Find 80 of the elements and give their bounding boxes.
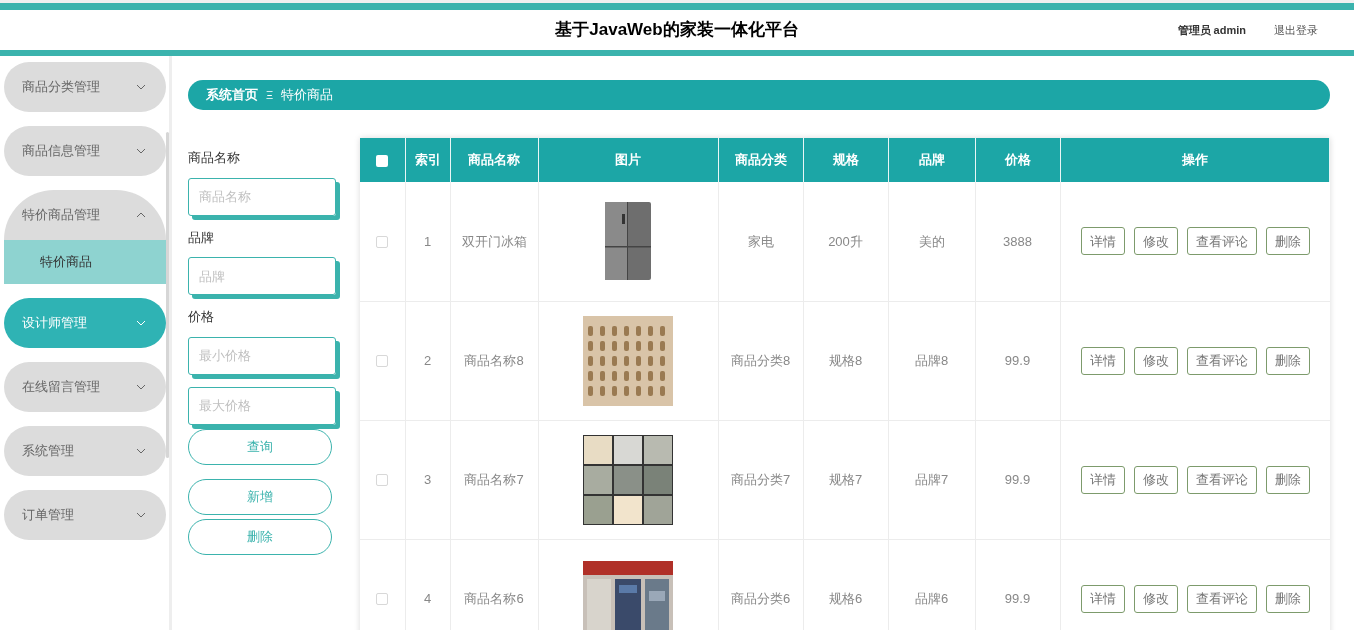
- logout-link[interactable]: 退出登录: [1274, 21, 1318, 39]
- column-header: 商品名称: [450, 138, 538, 182]
- chevron-down-icon: [136, 448, 146, 454]
- table-cell: 规格7: [803, 420, 888, 539]
- table-cell: 家电: [718, 182, 803, 301]
- user-label: 管理员 admin: [1177, 22, 1246, 38]
- table-cell: 商品分类7: [718, 420, 803, 539]
- chevron-up-icon: [136, 212, 146, 218]
- submenu-item[interactable]: 特价商品: [4, 240, 166, 284]
- row-checkbox[interactable]: [376, 355, 389, 368]
- action-button[interactable]: 修改: [1133, 584, 1178, 613]
- site-title: 基于JavaWeb的家装一体化平台: [555, 19, 799, 42]
- table-cell: 2: [405, 301, 450, 420]
- menu-item[interactable]: 系统管理: [4, 426, 166, 476]
- table-cell: 品牌6: [888, 539, 975, 630]
- menu-item[interactable]: 商品信息管理: [4, 126, 166, 176]
- column-header: 索引: [405, 138, 450, 182]
- action-button[interactable]: 查看评论: [1186, 465, 1257, 494]
- column-header: 图片: [538, 138, 718, 182]
- breadcrumb-current: 特价商品: [281, 86, 334, 105]
- table-cell: 200升: [803, 182, 888, 301]
- column-header: 操作: [1060, 138, 1330, 182]
- row-checkbox[interactable]: [376, 236, 389, 249]
- action-button[interactable]: 详情: [1080, 465, 1125, 494]
- chevron-down-icon: [136, 512, 146, 518]
- action-button[interactable]: 删除: [1265, 346, 1310, 375]
- action-button[interactable]: 修改: [1133, 465, 1178, 494]
- filter-button[interactable]: 新增: [188, 478, 332, 515]
- filter-button[interactable]: 删除: [188, 518, 332, 555]
- chevron-down-icon: [136, 84, 146, 90]
- chevron-down-icon: [136, 384, 146, 390]
- action-button[interactable]: 删除: [1265, 584, 1310, 613]
- action-button[interactable]: 查看评论: [1186, 346, 1257, 375]
- action-button[interactable]: 删除: [1265, 465, 1310, 494]
- action-button[interactable]: 详情: [1080, 584, 1125, 613]
- table-cell: 规格8: [803, 301, 888, 420]
- filter-button[interactable]: 查询: [188, 428, 332, 465]
- select-all-checkbox[interactable]: [376, 154, 389, 167]
- table-cell: 美的: [888, 182, 975, 301]
- menu-item[interactable]: 商品分类管理: [4, 62, 166, 112]
- menu-item[interactable]: 在线留言管理: [4, 362, 166, 412]
- menu-item[interactable]: 设计师管理: [4, 298, 166, 348]
- table-cell: 双开门冰箱: [450, 182, 538, 301]
- column-header: 品牌: [888, 138, 975, 182]
- filter-label: 品牌: [188, 228, 215, 247]
- column-header: 商品分类: [718, 138, 803, 182]
- table-cell: 商品分类6: [718, 539, 803, 630]
- table-cell: 商品名称7: [450, 420, 538, 539]
- column-header: 价格: [975, 138, 1060, 182]
- table-cell: 99.9: [975, 301, 1060, 420]
- chevron-down-icon: [136, 320, 146, 326]
- table-cell: 商品分类8: [718, 301, 803, 420]
- menu-item[interactable]: 订单管理: [4, 490, 166, 540]
- table-cell: 4: [405, 539, 450, 630]
- table-cell: 99.9: [975, 420, 1060, 539]
- action-button[interactable]: 详情: [1080, 227, 1125, 256]
- action-button[interactable]: 修改: [1133, 227, 1178, 256]
- action-button[interactable]: 修改: [1133, 346, 1178, 375]
- action-button[interactable]: 查看评论: [1186, 227, 1257, 256]
- breadcrumb-separator: Ξ: [266, 87, 274, 103]
- table-cell: 99.9: [975, 539, 1060, 630]
- column-header: 规格: [803, 138, 888, 182]
- table-cell: 1: [405, 182, 450, 301]
- breadcrumb-home[interactable]: 系统首页: [206, 85, 258, 105]
- table-cell: 规格6: [803, 539, 888, 630]
- row-checkbox[interactable]: [376, 593, 389, 606]
- table-cell: 3: [405, 420, 450, 539]
- action-button[interactable]: 详情: [1080, 346, 1125, 375]
- table-cell: 商品名称6: [450, 539, 538, 630]
- action-button[interactable]: 删除: [1265, 227, 1310, 256]
- table-cell: 3888: [975, 182, 1060, 301]
- action-button[interactable]: 查看评论: [1186, 584, 1257, 613]
- row-checkbox[interactable]: [376, 474, 389, 487]
- table-cell: 商品名称8: [450, 301, 538, 420]
- filter-label: 商品名称: [188, 149, 241, 167]
- menu-item[interactable]: 特价商品管理: [4, 190, 166, 240]
- table-cell: 品牌7: [888, 420, 975, 539]
- filter-label: 价格: [188, 308, 215, 326]
- chevron-down-icon: [136, 148, 146, 154]
- table-cell: 品牌8: [888, 301, 975, 420]
